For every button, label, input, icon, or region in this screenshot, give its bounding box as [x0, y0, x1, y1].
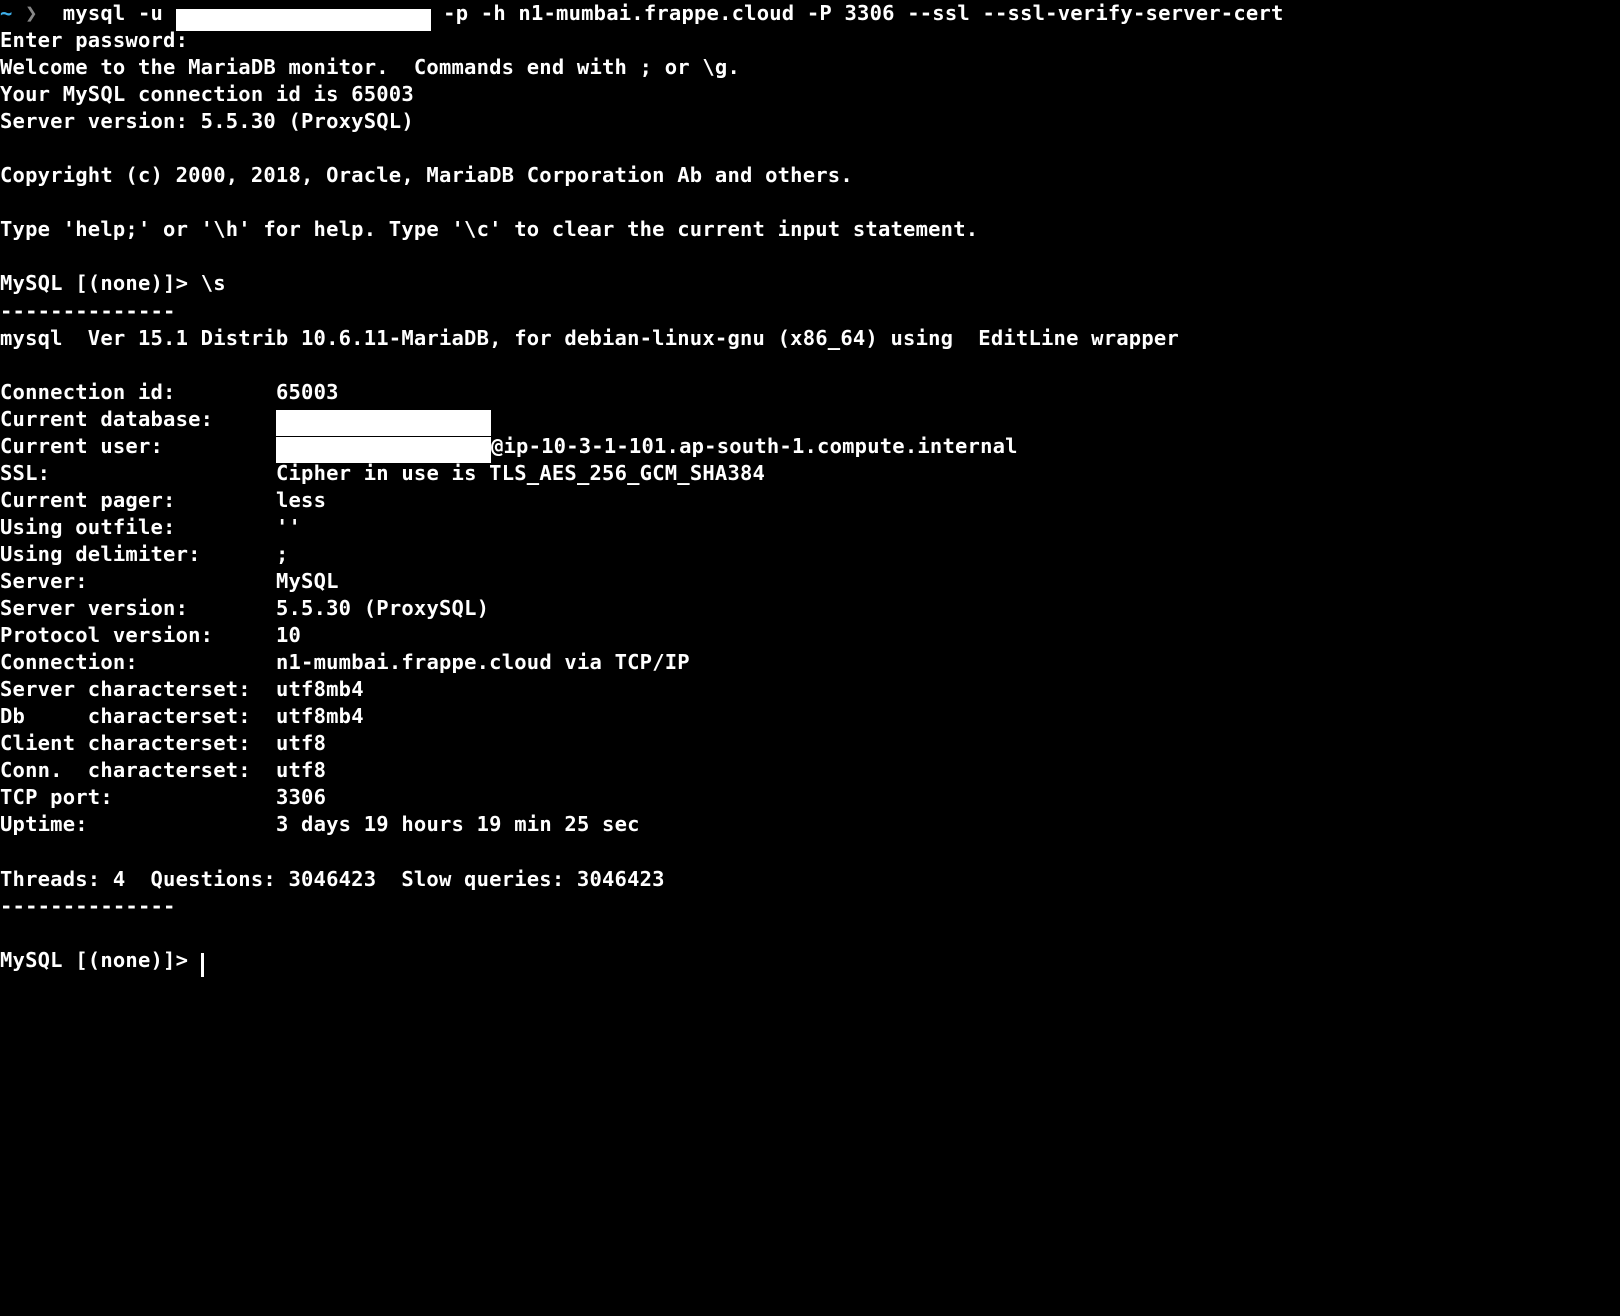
value: MySQL	[276, 569, 339, 593]
value: 10	[276, 623, 301, 647]
cursor-icon	[201, 953, 204, 977]
connection-id: Your MySQL connection id is 65003	[0, 81, 1620, 108]
stats-line: Threads: 4 Questions: 3046423 Slow queri…	[0, 866, 1620, 893]
label: Client characterset:	[0, 730, 276, 757]
blank	[0, 189, 1620, 216]
value: less	[276, 488, 326, 512]
value: ;	[276, 542, 289, 566]
welcome: Welcome to the MariaDB monitor. Commands…	[0, 54, 1620, 81]
status-server-charset: Server characterset: utf8mb4	[0, 676, 1620, 703]
status-client-charset: Client characterset: utf8	[0, 730, 1620, 757]
value: utf8	[276, 731, 326, 755]
redacted-user	[276, 437, 491, 463]
mysql-prompt-1: MySQL [(none)]> \s	[0, 270, 1620, 297]
status-conn-charset: Conn. characterset: utf8	[0, 757, 1620, 784]
value: utf8mb4	[276, 677, 364, 701]
tilde-icon: ~	[0, 1, 13, 25]
status-protocol-version: Protocol version: 10	[0, 622, 1620, 649]
label: SSL:	[0, 460, 276, 487]
label: Current user:	[0, 433, 276, 460]
label: Db characterset:	[0, 703, 276, 730]
blank	[0, 243, 1620, 270]
rule-top: --------------	[0, 298, 1620, 325]
label: Server:	[0, 568, 276, 595]
blank	[0, 352, 1620, 379]
enter-password: Enter password:	[0, 27, 1620, 54]
blank	[0, 838, 1620, 865]
label: Server characterset:	[0, 676, 276, 703]
label: Server version:	[0, 595, 276, 622]
mysql-prompt-2[interactable]: MySQL [(none)]>	[0, 947, 1620, 974]
status-current-database: Current database:	[0, 406, 1620, 433]
label: Current pager:	[0, 487, 276, 514]
label: Using delimiter:	[0, 541, 276, 568]
value: 5.5.30 (ProxySQL)	[276, 596, 489, 620]
value: @ip-10-3-1-101.ap-south-1.compute.intern…	[491, 434, 1018, 458]
value: utf8	[276, 758, 326, 782]
server-version-banner: Server version: 5.5.30 (ProxySQL)	[0, 108, 1620, 135]
shell-prompt-line: ~ ❯ mysql -u -p -h n1-mumbai.frappe.clou…	[0, 0, 1620, 27]
label: Using outfile:	[0, 514, 276, 541]
redacted-database	[276, 410, 491, 436]
redacted-username	[176, 9, 431, 32]
help-hint: Type 'help;' or '\h' for help. Type '\c'…	[0, 216, 1620, 243]
copyright: Copyright (c) 2000, 2018, Oracle, MariaD…	[0, 162, 1620, 189]
command-post: -p -h n1-mumbai.frappe.cloud -P 3306 --s…	[431, 1, 1284, 25]
command-pre: mysql -u	[63, 1, 176, 25]
prompt-arrow-icon: ❯	[25, 1, 38, 25]
status-ssl: SSL: Cipher in use is TLS_AES_256_GCM_SH…	[0, 460, 1620, 487]
value: 3306	[276, 785, 326, 809]
value: n1-mumbai.frappe.cloud via TCP/IP	[276, 650, 690, 674]
mysql-prompt-label: MySQL [(none)]>	[0, 271, 201, 295]
status-uptime: Uptime: 3 days 19 hours 19 min 25 sec	[0, 811, 1620, 838]
status-db-charset: Db characterset: utf8mb4	[0, 703, 1620, 730]
label: Conn. characterset:	[0, 757, 276, 784]
mysql-prompt-label: MySQL [(none)]>	[0, 948, 201, 972]
blank	[0, 135, 1620, 162]
value: Cipher in use is TLS_AES_256_GCM_SHA384	[276, 461, 765, 485]
terminal[interactable]: ~ ❯ mysql -u -p -h n1-mumbai.frappe.clou…	[0, 0, 1620, 974]
status-delimiter: Using delimiter: ;	[0, 541, 1620, 568]
label: TCP port:	[0, 784, 276, 811]
status-connection: Connection: n1-mumbai.frappe.cloud via T…	[0, 649, 1620, 676]
status-server-version: Server version: 5.5.30 (ProxySQL)	[0, 595, 1620, 622]
status-server: Server: MySQL	[0, 568, 1620, 595]
value: 65003	[276, 380, 339, 404]
client-version: mysql Ver 15.1 Distrib 10.6.11-MariaDB, …	[0, 325, 1620, 352]
blank	[0, 920, 1620, 947]
label: Connection id:	[0, 379, 276, 406]
status-connection-id: Connection id: 65003	[0, 379, 1620, 406]
status-current-user: Current user: @ip-10-3-1-101.ap-south-1.…	[0, 433, 1620, 460]
label: Uptime:	[0, 811, 276, 838]
rule-bottom: --------------	[0, 893, 1620, 920]
status-tcp-port: TCP port: 3306	[0, 784, 1620, 811]
value: utf8mb4	[276, 704, 364, 728]
status-outfile: Using outfile: ''	[0, 514, 1620, 541]
label: Current database:	[0, 406, 276, 433]
value: ''	[276, 515, 301, 539]
status-pager: Current pager: less	[0, 487, 1620, 514]
label: Connection:	[0, 649, 276, 676]
status-command: \s	[201, 271, 226, 295]
label: Protocol version:	[0, 622, 276, 649]
value: 3 days 19 hours 19 min 25 sec	[276, 812, 640, 836]
